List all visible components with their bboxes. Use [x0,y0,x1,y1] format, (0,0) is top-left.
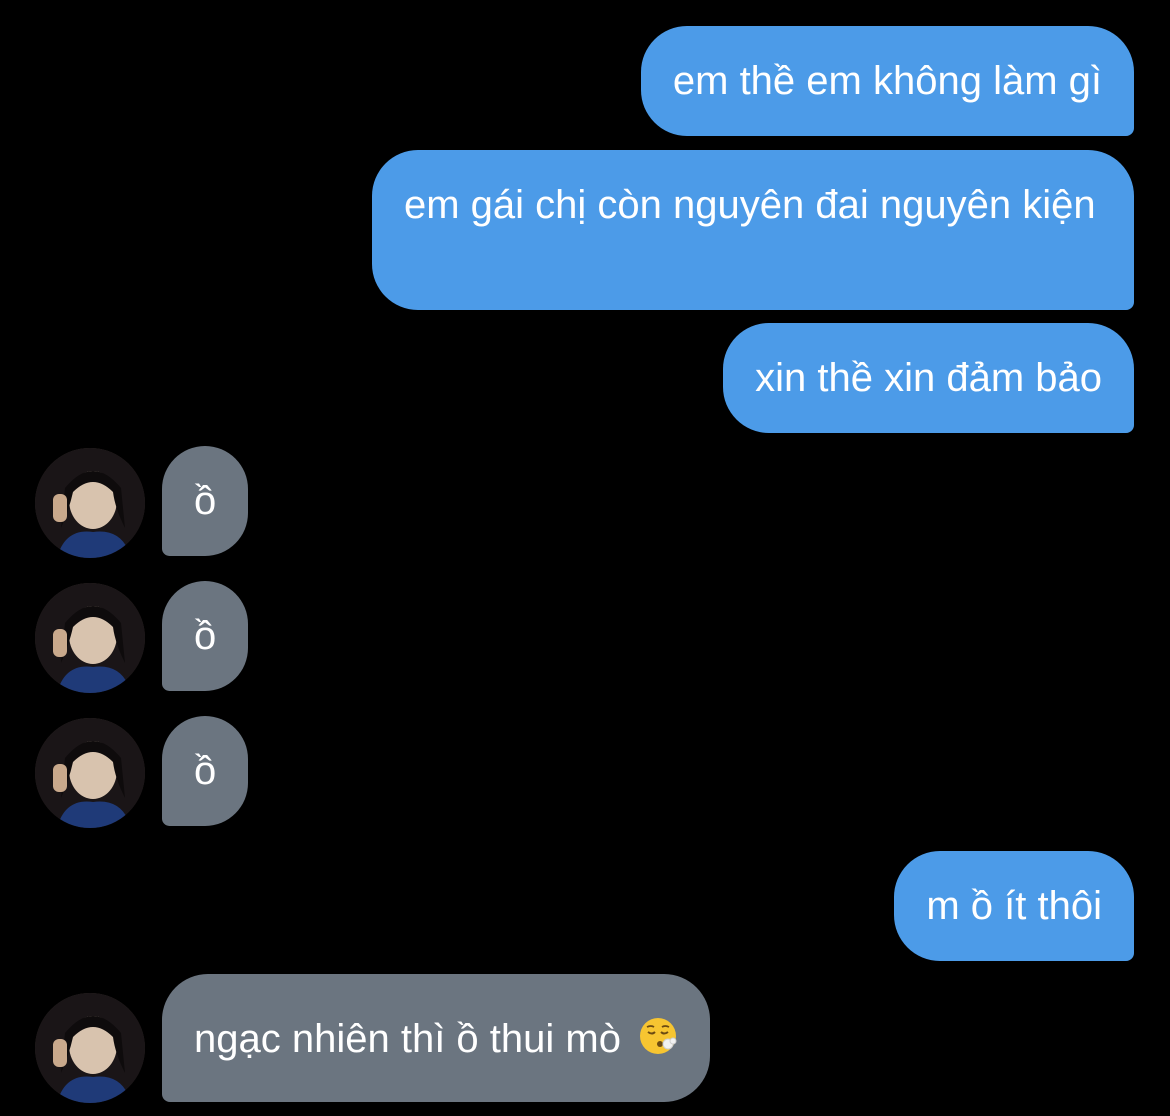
contact-avatar[interactable] [35,718,145,828]
message-text: em thề em không làm gì [672,59,1102,103]
avatar-photo-icon [35,993,145,1103]
contact-avatar[interactable] [35,993,145,1103]
message-text: xin thề xin đảm bảo [755,356,1102,400]
contact-avatar[interactable] [35,448,145,558]
message-text: ồ [194,614,217,658]
incoming-message-bubble[interactable]: ngạc nhiên thì ồ thui mò [162,974,711,1102]
message-text: em gái chị còn nguyên đai nguyên kiện [404,183,1096,227]
incoming-message-bubble[interactable]: ồ [162,446,249,556]
message-text: ngạc nhiên thì ồ thui mò [194,1017,621,1061]
avatar-photo-icon [35,448,145,558]
incoming-message-bubble[interactable]: ồ [162,716,249,826]
message-text: ồ [194,749,217,793]
outgoing-message-bubble[interactable]: xin thề xin đảm bảo [723,323,1134,433]
outgoing-message-bubble[interactable]: em thề em không làm gì [640,26,1134,136]
message-text: ồ [194,479,217,523]
outgoing-message-bubble[interactable]: em gái chị còn nguyên đai nguyên kiện [372,150,1134,310]
avatar-photo-icon [35,718,145,828]
message-text: m ồ ít thôi [926,884,1102,928]
outgoing-message-bubble[interactable]: m ồ ít thôi [894,851,1134,961]
contact-avatar[interactable] [35,583,145,693]
face-exhaling-emoji-icon [640,1018,677,1054]
avatar-photo-icon [35,583,145,693]
incoming-message-bubble[interactable]: ồ [162,581,249,691]
